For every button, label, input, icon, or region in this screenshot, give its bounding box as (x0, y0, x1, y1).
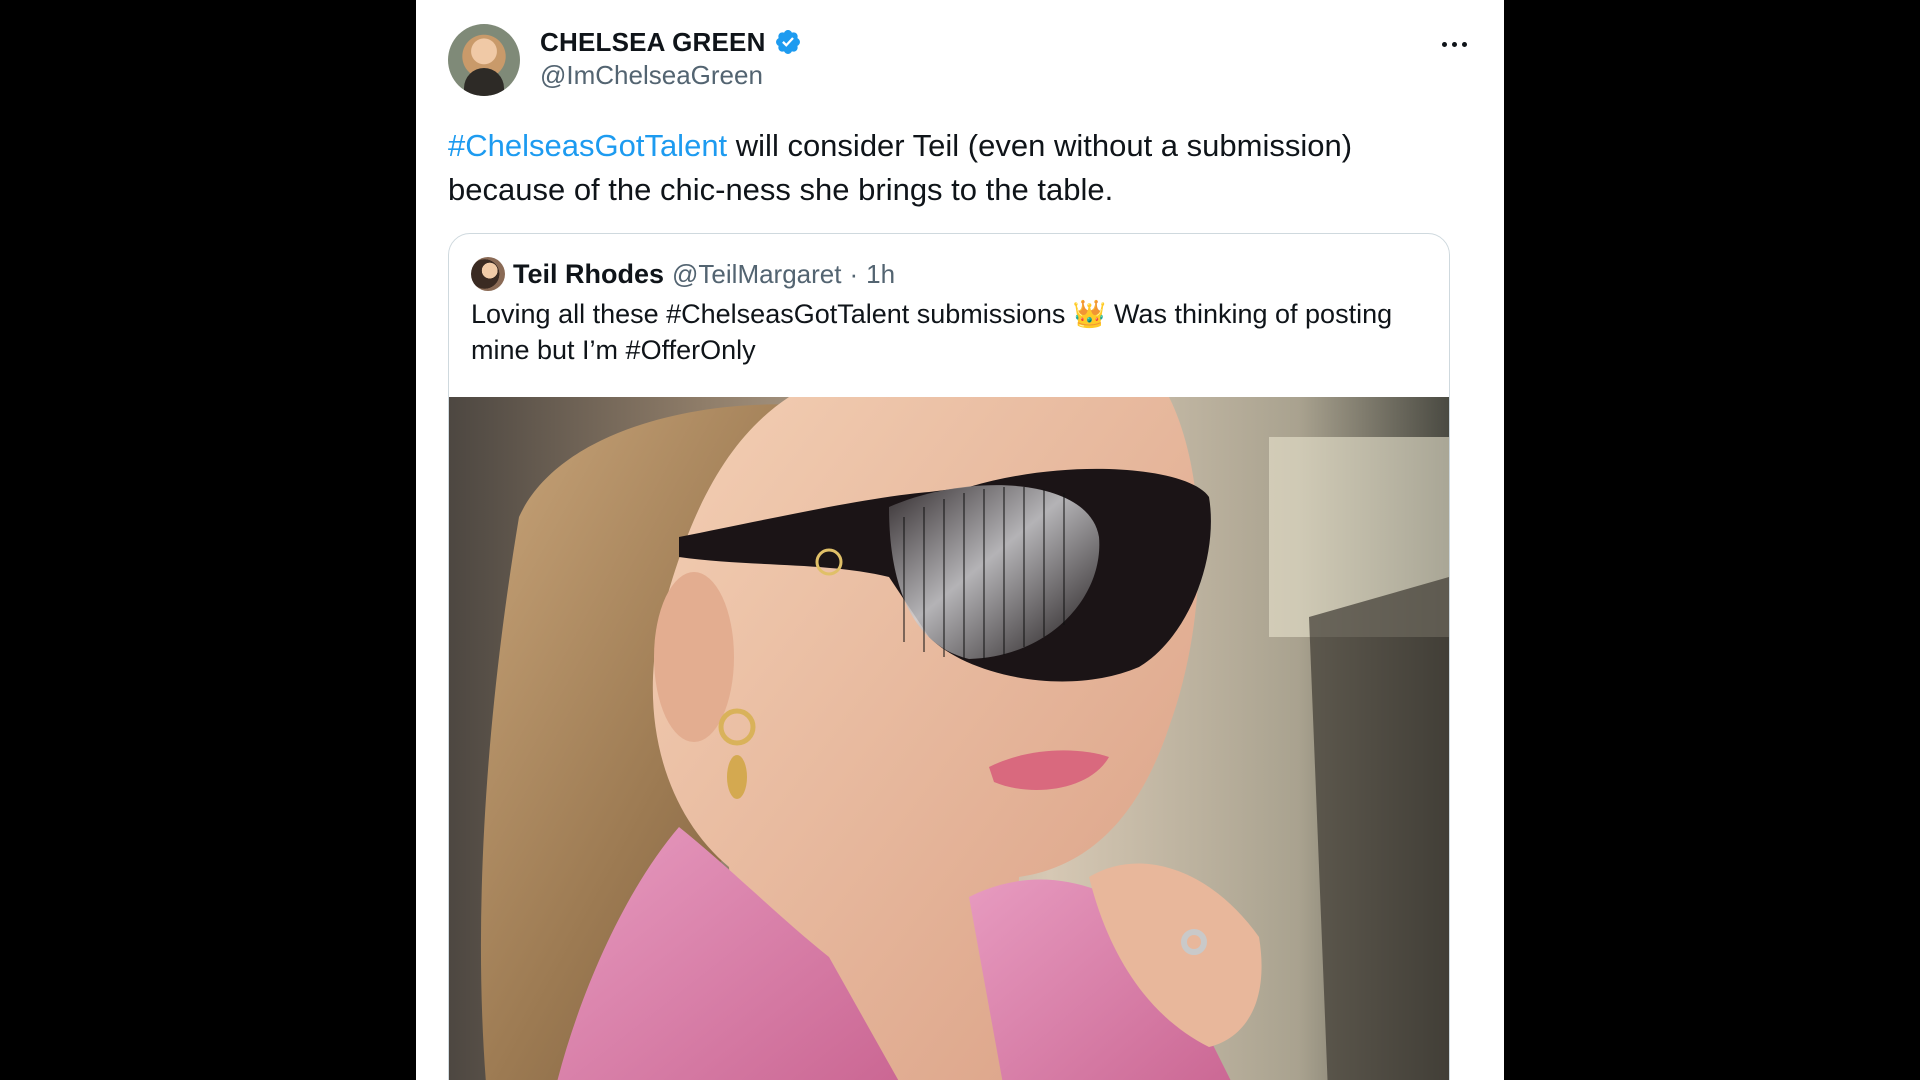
quoted-photo[interactable] (449, 397, 1449, 1080)
author-name-row: CHELSEA GREEN (540, 24, 802, 60)
quoted-timestamp[interactable]: 1h (866, 259, 895, 290)
hashtag-link[interactable]: #ChelseasGotTalent (448, 128, 727, 163)
author-avatar[interactable] (448, 24, 520, 96)
quoted-text: Loving all these #ChelseasGotTalent subm… (471, 299, 1393, 365)
quoted-avatar[interactable] (471, 257, 505, 291)
post-card: CHELSEA GREEN @ImChelseaGreen #ChelseasG… (416, 0, 1504, 1080)
quoted-header: Teil Rhodes @TeilMargaret · 1h (471, 256, 895, 292)
post-text: #ChelseasGotTalent will consider Teil (e… (448, 124, 1448, 212)
author-handle[interactable]: @ImChelseaGreen (540, 60, 763, 91)
more-options-button[interactable] (1434, 30, 1474, 58)
photo-illustration (449, 397, 1449, 1080)
more-options-icon (1441, 41, 1447, 47)
quoted-handle[interactable]: @TeilMargaret (672, 259, 841, 290)
verified-badge-icon (775, 30, 800, 54)
author-display-name[interactable]: CHELSEA GREEN (540, 27, 766, 58)
quoted-display-name[interactable]: Teil Rhodes (513, 259, 664, 290)
quoted-post[interactable]: Teil Rhodes @TeilMargaret · 1h Loving al… (448, 233, 1450, 1080)
quoted-separator: · (849, 258, 859, 289)
